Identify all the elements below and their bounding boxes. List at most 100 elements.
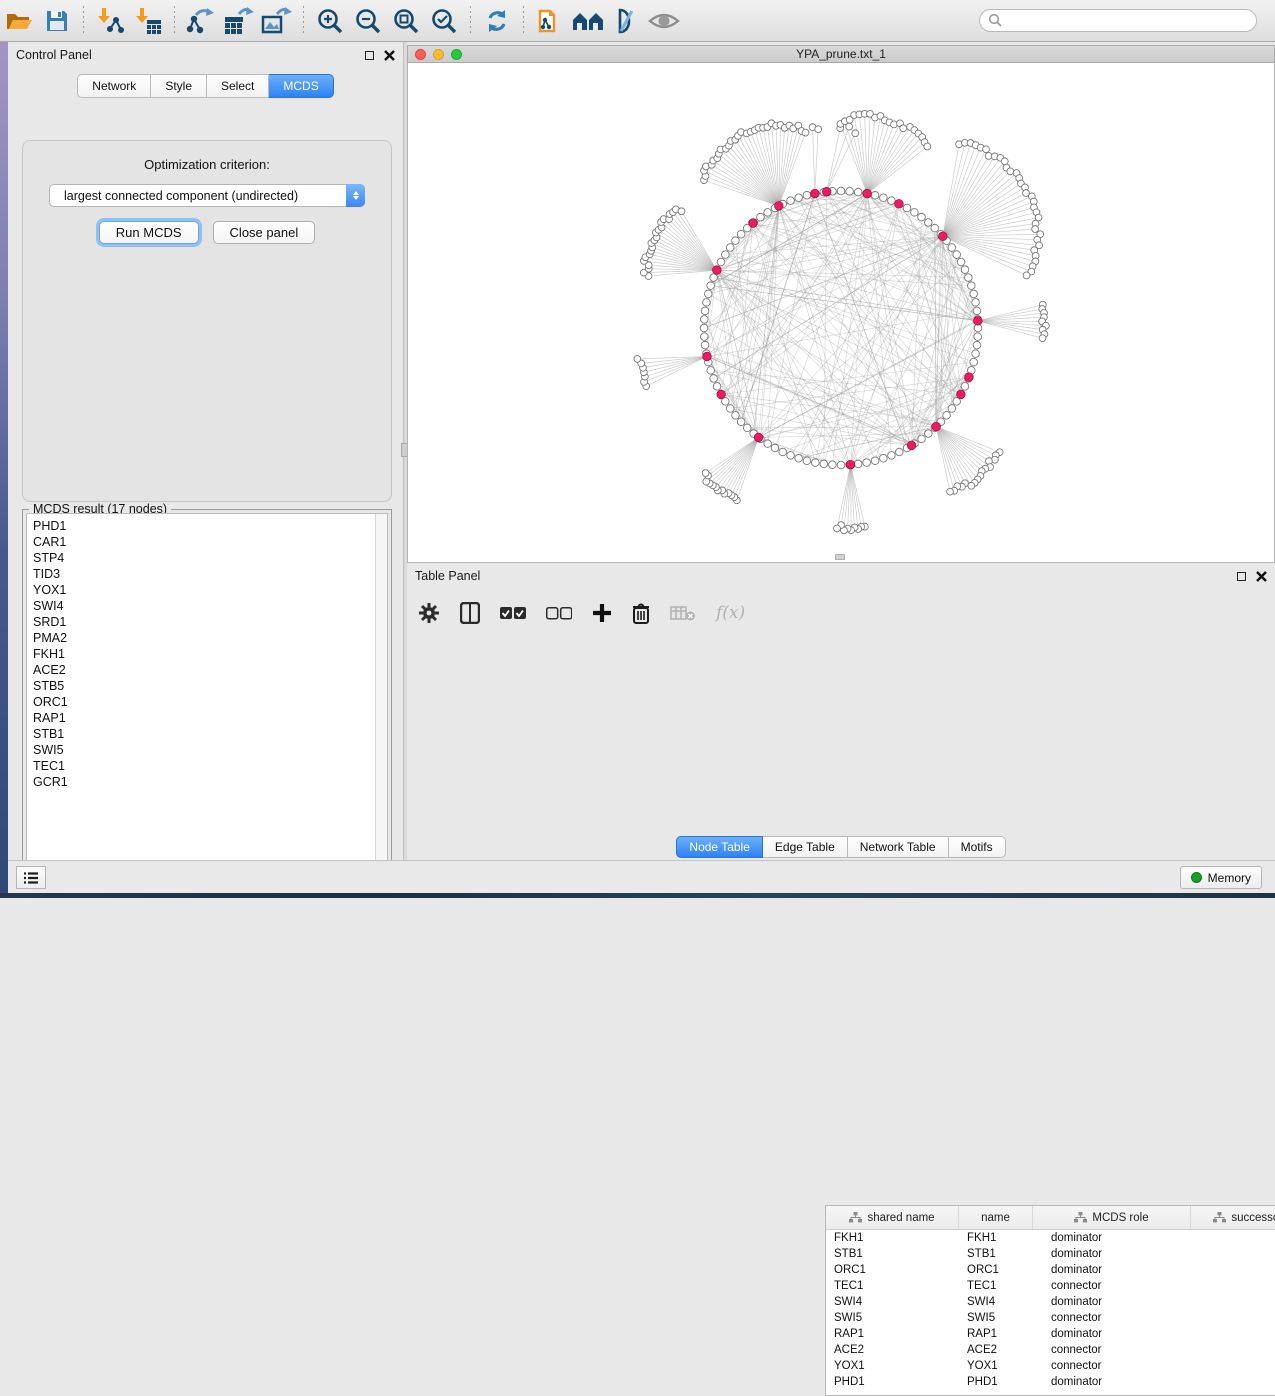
table-row[interactable]: YOX1YOX1connector291 bbox=[826, 1358, 1275, 1374]
graph-satellite-node[interactable] bbox=[1039, 335, 1046, 342]
graph-mcds-hub-node[interactable] bbox=[974, 317, 983, 326]
first-neighbors-button[interactable] bbox=[571, 4, 605, 38]
graph-ring-node[interactable] bbox=[795, 194, 803, 202]
graph-ring-node[interactable] bbox=[771, 444, 779, 452]
graph-mcds-hub-node[interactable] bbox=[863, 189, 872, 198]
table-tab-node-table[interactable]: Node Table bbox=[676, 836, 763, 858]
graph-ring-node[interactable] bbox=[837, 461, 845, 469]
graph-ring-node[interactable] bbox=[710, 274, 718, 282]
graph-mcds-hub-node[interactable] bbox=[754, 433, 763, 442]
graph-ring-node[interactable] bbox=[700, 333, 708, 341]
mcds-result-item[interactable]: ORC1 bbox=[33, 694, 387, 710]
graph-ring-node[interactable] bbox=[953, 251, 961, 259]
graph-satellite-node[interactable] bbox=[1032, 226, 1039, 233]
graph-ring-node[interactable] bbox=[737, 230, 745, 238]
table-row[interactable]: PHD1PHD1dominator180 bbox=[826, 1374, 1275, 1390]
graph-mcds-hub-node[interactable] bbox=[957, 390, 966, 399]
mcds-result-item[interactable]: RAP1 bbox=[33, 710, 387, 726]
graph-ring-node[interactable] bbox=[829, 461, 837, 469]
graph-ring-node[interactable] bbox=[779, 448, 787, 456]
table-row[interactable]: STB1STB1dominator620 bbox=[826, 1246, 1275, 1262]
graph-ring-node[interactable] bbox=[846, 187, 854, 195]
graph-mcds-hub-node[interactable] bbox=[907, 441, 916, 450]
graph-ring-node[interactable] bbox=[732, 237, 740, 245]
mcds-result-item[interactable]: PMA2 bbox=[33, 630, 387, 646]
tab-select[interactable]: Select bbox=[207, 74, 269, 98]
mcds-result-item[interactable]: PHD1 bbox=[33, 518, 387, 534]
graph-mcds-hub-node[interactable] bbox=[749, 219, 758, 228]
graph-ring-node[interactable] bbox=[707, 282, 715, 290]
graph-ring-node[interactable] bbox=[973, 307, 981, 315]
mcds-result-item[interactable]: STB1 bbox=[33, 726, 387, 742]
graph-ring-node[interactable] bbox=[880, 194, 888, 202]
graph-ring-node[interactable] bbox=[743, 424, 751, 432]
graph-ring-node[interactable] bbox=[965, 274, 973, 282]
graph-ring-node[interactable] bbox=[943, 412, 951, 420]
show-column-icon[interactable] bbox=[460, 602, 480, 624]
table-row[interactable]: ORC1ORC1dominator610 bbox=[826, 1262, 1275, 1278]
tab-mcds[interactable]: MCDS bbox=[269, 74, 333, 98]
graph-ring-node[interactable] bbox=[925, 430, 933, 438]
refresh-button[interactable] bbox=[480, 4, 514, 38]
graph-ring-node[interactable] bbox=[722, 251, 730, 259]
graph-ring-node[interactable] bbox=[871, 192, 879, 200]
table-row[interactable]: SWI4SWI4dominator462 bbox=[826, 1294, 1275, 1310]
float-window-icon[interactable] bbox=[1237, 572, 1246, 581]
mcds-result-item[interactable]: STP4 bbox=[33, 550, 387, 566]
create-column-plus-icon[interactable] bbox=[592, 603, 612, 623]
graph-ring-node[interactable] bbox=[961, 383, 969, 391]
mcds-result-item[interactable]: YOX1 bbox=[33, 582, 387, 598]
graph-ring-node[interactable] bbox=[888, 452, 896, 460]
mcds-result-item[interactable]: CAR1 bbox=[33, 534, 387, 550]
mcds-result-item[interactable]: ACE2 bbox=[33, 662, 387, 678]
graph-ring-node[interactable] bbox=[854, 188, 862, 196]
graph-ring-node[interactable] bbox=[705, 290, 713, 298]
graph-ring-node[interactable] bbox=[703, 299, 711, 307]
mcds-result-item[interactable]: TEC1 bbox=[33, 758, 387, 774]
graph-ring-node[interactable] bbox=[812, 459, 820, 467]
graph-ring-node[interactable] bbox=[764, 440, 772, 448]
mcds-result-item[interactable]: SWI4 bbox=[33, 598, 387, 614]
table-row[interactable]: RAP1RAP1dominator352 bbox=[826, 1326, 1275, 1342]
graph-satellite-node[interactable] bbox=[634, 356, 641, 363]
mcds-result-item[interactable]: FKH1 bbox=[33, 646, 387, 662]
graph-ring-node[interactable] bbox=[948, 244, 956, 252]
table-settings-gear-icon[interactable] bbox=[418, 602, 440, 624]
deselect-all-icon[interactable] bbox=[546, 606, 572, 620]
graph-mcds-hub-node[interactable] bbox=[846, 460, 855, 469]
graph-satellite-node[interactable] bbox=[947, 488, 954, 495]
graph-ring-node[interactable] bbox=[948, 405, 956, 413]
float-window-icon[interactable] bbox=[365, 51, 374, 60]
graph-ring-node[interactable] bbox=[863, 459, 871, 467]
graph-ring-node[interactable] bbox=[961, 266, 969, 274]
mcds-result-list[interactable]: PHD1CAR1STP4TID3YOX1SWI4SRD1PMA2FKH1ACE2… bbox=[26, 513, 388, 876]
graph-satellite-node[interactable] bbox=[1007, 168, 1014, 175]
graph-ring-node[interactable] bbox=[888, 197, 896, 205]
table-tab-motifs[interactable]: Motifs bbox=[949, 836, 1006, 858]
graph-satellite-node[interactable] bbox=[924, 143, 931, 150]
graph-mcds-hub-node[interactable] bbox=[939, 232, 948, 241]
graph-ring-node[interactable] bbox=[918, 435, 926, 443]
zoom-out-button[interactable] bbox=[351, 4, 385, 38]
clone-network-button[interactable] bbox=[533, 4, 567, 38]
graph-ring-node[interactable] bbox=[871, 457, 879, 465]
graph-satellite-node[interactable] bbox=[702, 470, 709, 477]
graph-ring-node[interactable] bbox=[837, 187, 845, 195]
network-canvas-handle[interactable] bbox=[835, 554, 845, 560]
table-tab-edge-table[interactable]: Edge Table bbox=[763, 836, 848, 858]
graph-satellite-node[interactable] bbox=[852, 130, 859, 137]
graph-satellite-node[interactable] bbox=[834, 525, 841, 532]
graph-ring-node[interactable] bbox=[880, 454, 888, 462]
graph-ring-node[interactable] bbox=[854, 460, 862, 468]
graph-satellite-node[interactable] bbox=[983, 146, 990, 153]
mcds-result-item[interactable]: STB5 bbox=[33, 678, 387, 694]
graph-ring-node[interactable] bbox=[803, 192, 811, 200]
graph-ring-node[interactable] bbox=[795, 454, 803, 462]
column-header-name[interactable]: name bbox=[959, 1206, 1033, 1229]
graph-satellite-node[interactable] bbox=[802, 129, 809, 136]
mcds-list-scrollbar[interactable] bbox=[375, 514, 387, 875]
graph-ring-node[interactable] bbox=[903, 204, 911, 212]
criterion-dropdown[interactable]: largest connected component (undirected) bbox=[49, 184, 365, 207]
graph-mcds-hub-node[interactable] bbox=[965, 373, 974, 382]
graph-ring-node[interactable] bbox=[931, 224, 939, 232]
